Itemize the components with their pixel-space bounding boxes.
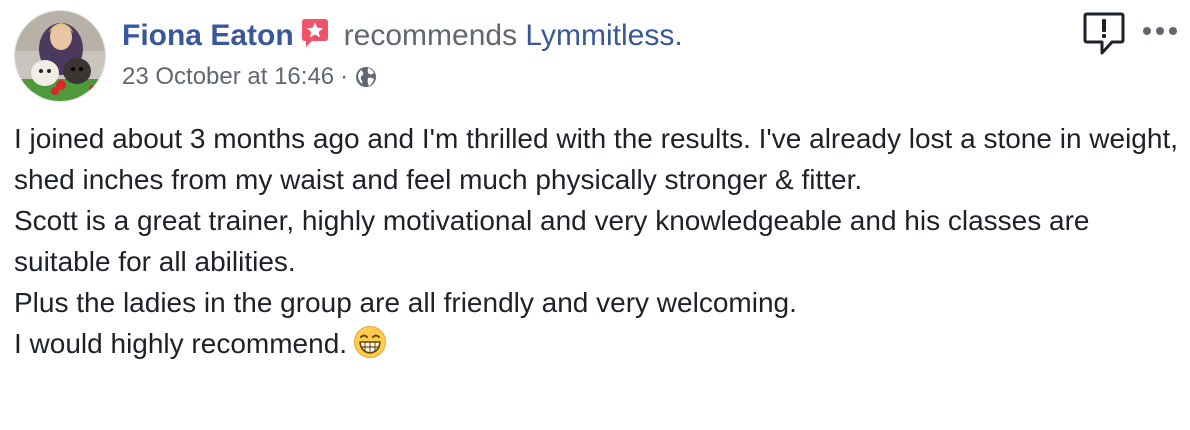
post-paragraph: I joined about 3 months ago and I'm thri… (14, 123, 1179, 195)
post-body: I joined about 3 months ago and I'm thri… (14, 118, 1179, 364)
star-badge-icon (301, 19, 328, 47)
report-button[interactable] (1082, 10, 1126, 56)
avatar-photo (15, 11, 105, 101)
more-options-icon (1143, 27, 1177, 35)
recommends-text: recommends (343, 19, 518, 52)
page-name-link[interactable]: Lymmitless. (525, 19, 682, 52)
author-avatar[interactable] (14, 10, 106, 102)
timestamp-link[interactable]: 23 October at 16:46 (122, 63, 334, 90)
post-paragraph: Plus the ladies in the group are all fri… (14, 287, 797, 318)
post-meta: 23 October at 16:46 · (122, 62, 378, 92)
globe-icon[interactable] (354, 65, 378, 89)
report-icon (1083, 12, 1125, 55)
grinning-face-emoji (354, 326, 387, 358)
meta-separator: · (340, 63, 349, 90)
author-name-link[interactable]: Fiona Eaton (122, 19, 294, 52)
post-paragraph-last: I would highly recommend. (14, 323, 1179, 364)
post-paragraph: Scott is a great trainer, highly motivat… (14, 205, 1090, 277)
post-paragraph-text: I would highly recommend. (14, 328, 348, 359)
more-options-button[interactable] (1142, 24, 1178, 36)
post-header: Fiona Eaton recommends Lymmitless. (122, 18, 683, 54)
